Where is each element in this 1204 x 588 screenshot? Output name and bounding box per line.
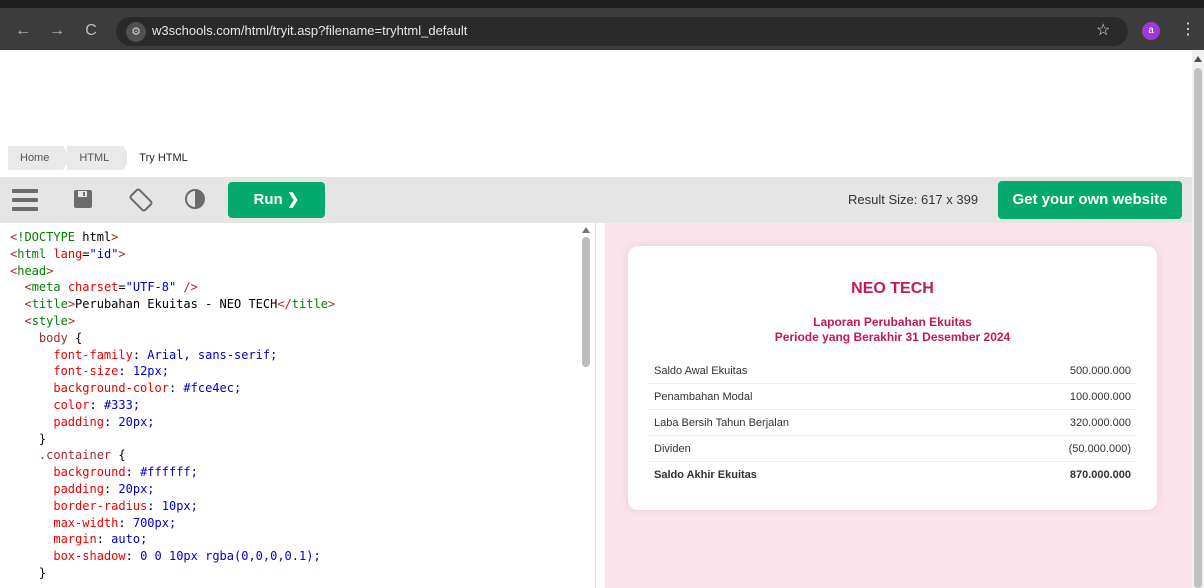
table-row-total: Saldo Akhir Ekuitas 870.000.000 bbox=[648, 462, 1137, 488]
scrollbar-thumb[interactable] bbox=[1194, 68, 1202, 588]
report-period: Periode yang Berakhir 31 Desember 2024 bbox=[774, 330, 1011, 344]
report-subtitle: Laporan Perubahan Ekuitas bbox=[813, 315, 972, 329]
forward-icon[interactable]: → bbox=[46, 20, 68, 42]
menu-hamburger-icon[interactable] bbox=[12, 189, 38, 211]
back-icon[interactable]: ← bbox=[12, 20, 34, 42]
code-scrollbar[interactable] bbox=[578, 223, 594, 588]
result-frame: NEO TECH Laporan Perubahan Ekuitas Perio… bbox=[605, 223, 1192, 588]
row-value: 320.000.000 bbox=[1069, 417, 1131, 429]
dark-mode-contrast-icon[interactable] bbox=[182, 187, 208, 213]
address-bar[interactable]: ⚙ w3schools.com/html/tryit.asp?filename=… bbox=[116, 17, 1128, 46]
row-value: 500.000.000 bbox=[1069, 365, 1131, 377]
reload-icon[interactable]: C bbox=[80, 20, 102, 42]
row-value: 100.000.000 bbox=[1069, 391, 1131, 403]
profile-avatar[interactable]: a bbox=[1142, 22, 1160, 40]
table-row: Laba Bersih Tahun Berjalan 320.000.000 bbox=[648, 410, 1137, 436]
breadcrumb-html[interactable]: HTML bbox=[67, 146, 132, 170]
editor-toolbar: Run ❯ Result Size: 617 x 399 Get your ow… bbox=[0, 177, 1192, 223]
breadcrumb: Home HTML Try HTML bbox=[8, 146, 211, 170]
rotate-orientation-icon[interactable] bbox=[128, 187, 154, 213]
row-label: Laba Bersih Tahun Berjalan bbox=[654, 417, 789, 429]
tab-strip bbox=[0, 0, 1204, 8]
table-row: Saldo Awal Ekuitas 500.000.000 bbox=[648, 358, 1137, 384]
row-label: Saldo Awal Ekuitas bbox=[654, 365, 748, 377]
save-icon[interactable] bbox=[70, 187, 96, 213]
row-value: (50.000.000) bbox=[1068, 443, 1131, 455]
code-scroll-up-icon[interactable] bbox=[582, 227, 590, 233]
breadcrumb-home[interactable]: Home bbox=[8, 146, 72, 170]
get-your-own-website-button[interactable]: Get your own website bbox=[998, 181, 1182, 219]
bookmark-star-icon[interactable]: ☆ bbox=[1096, 20, 1110, 40]
menu-kebab-icon[interactable]: ⋮ bbox=[1180, 19, 1196, 39]
run-button[interactable]: Run ❯ bbox=[228, 182, 325, 218]
url-text[interactable]: w3schools.com/html/tryit.asp?filename=tr… bbox=[152, 23, 467, 38]
browser-toolbar: ← → C ⚙ w3schools.com/html/tryit.asp?fil… bbox=[0, 0, 1204, 50]
breadcrumb-try-html: Try HTML bbox=[127, 146, 211, 170]
code-scrollbar-thumb[interactable] bbox=[582, 237, 590, 367]
row-label: Penambahan Modal bbox=[654, 391, 753, 403]
site-info-icon[interactable]: ⚙ bbox=[126, 22, 146, 42]
code-editor[interactable]: <!DOCTYPE html> <html lang="id"> <head> … bbox=[0, 223, 596, 588]
code-text[interactable]: <!DOCTYPE html> <html lang="id"> <head> … bbox=[10, 229, 335, 582]
table-row: Dividen (50.000.000) bbox=[648, 436, 1137, 462]
scroll-up-arrow-icon[interactable] bbox=[1194, 56, 1202, 62]
row-value: 870.000.000 bbox=[1069, 469, 1131, 481]
report-title: NEO TECH bbox=[851, 280, 934, 297]
row-label: Dividen bbox=[654, 443, 691, 455]
page-scrollbar[interactable] bbox=[1192, 50, 1204, 588]
table-row: Penambahan Modal 100.000.000 bbox=[648, 384, 1137, 410]
result-size-label: Result Size: 617 x 399 bbox=[848, 192, 979, 207]
report-container: NEO TECH Laporan Perubahan Ekuitas Perio… bbox=[628, 246, 1157, 510]
row-label: Saldo Akhir Ekuitas bbox=[654, 469, 757, 481]
